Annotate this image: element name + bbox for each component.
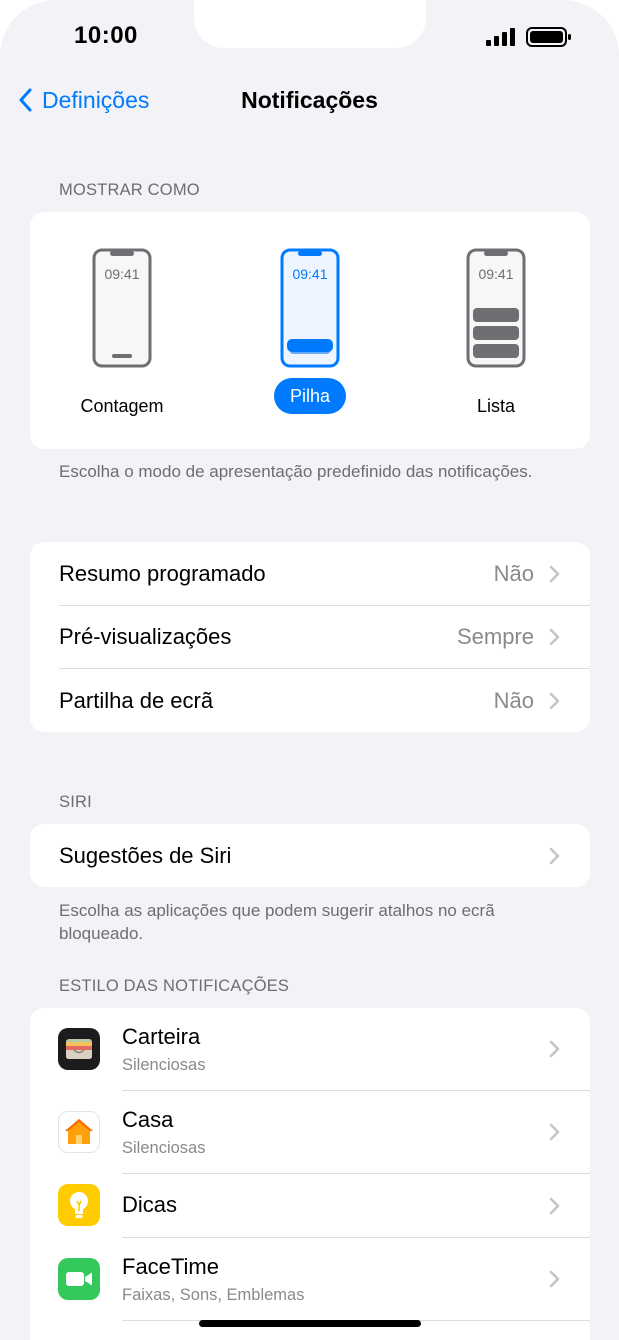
app-row-wallet[interactable]: Carteira Silenciosas <box>30 1008 590 1090</box>
phone-count-clock: 09:41 <box>104 266 139 282</box>
row-previews-value: Sempre <box>456 624 534 649</box>
chevron-right-icon <box>549 1270 560 1288</box>
back-button[interactable]: Definições <box>18 84 149 116</box>
row-screen-sharing-label: Partilha de ecrã <box>59 688 214 713</box>
battery-icon <box>526 27 571 47</box>
display-option-stack-label: Pilha <box>273 378 347 414</box>
row-siri-suggestions[interactable]: Sugestões de Siri <box>30 824 590 887</box>
chevron-right-icon <box>549 692 560 709</box>
back-button-label: Definições <box>42 86 150 113</box>
row-previews-label: Pré-visualizações <box>59 624 232 649</box>
chevron-left-icon <box>19 88 32 112</box>
row-previews[interactable]: Pré-visualizações Sempre <box>30 605 590 668</box>
display-option-count[interactable]: 09:41 Contagem <box>42 248 202 424</box>
display-as-card: 09:41 Contagem 09:41 Pilha 09:41 Lista <box>30 212 590 449</box>
app-name-tips: Dicas <box>122 1192 178 1217</box>
row-screen-sharing[interactable]: Partilha de ecrã Não <box>30 669 590 732</box>
display-option-list[interactable]: 09:41 Lista <box>416 248 576 424</box>
siri-footer: Escolha as aplicações que podem sugerir … <box>59 901 495 943</box>
display-as-footer: Escolha o modo de apresentação predefini… <box>59 462 533 481</box>
app-row-tips[interactable]: Dicas <box>30 1174 590 1237</box>
phone-list-clock: 09:41 <box>478 266 513 282</box>
phone-list-icon: 09:41 <box>466 248 526 368</box>
home-icon <box>58 1111 100 1153</box>
app-subtitle-facetime: Faixas, Sons, Emblemas <box>122 1286 305 1304</box>
facetime-icon <box>58 1258 100 1300</box>
app-name-facetime: FaceTime <box>122 1254 219 1279</box>
row-scheduled-summary-label: Resumo programado <box>59 561 266 586</box>
phone-stack-icon: 09:41 <box>280 248 340 368</box>
app-row-facetime[interactable]: FaceTime Faixas, Sons, Emblemas <box>30 1238 590 1320</box>
section-header-notification-style: ESTILO DAS NOTIFICAÇÕES <box>59 977 290 995</box>
phone-count-icon: 09:41 <box>92 248 152 368</box>
section-header-display-as: MOSTRAR COMO <box>59 181 200 199</box>
notification-style-card: Carteira Silenciosas Casa Silenciosas Di… <box>30 1008 590 1340</box>
chevron-right-icon <box>549 628 560 645</box>
chevron-right-icon <box>549 1197 560 1214</box>
display-option-list-label: Lista <box>476 396 516 416</box>
notch <box>194 0 426 48</box>
home-indicator[interactable] <box>199 1320 421 1327</box>
display-option-count-label: Contagem <box>80 396 164 416</box>
chevron-right-icon <box>549 1123 560 1141</box>
device-screen: 10:00 Definições Notificações MOSTRAR CO… <box>0 0 619 1340</box>
app-row-home[interactable]: Casa Silenciosas <box>30 1091 590 1173</box>
row-scheduled-summary[interactable]: Resumo programado Não <box>30 542 590 605</box>
status-time: 10:00 <box>74 22 138 49</box>
settings-card: Resumo programado Não Pré-visualizações … <box>30 542 590 732</box>
section-header-siri: SIRI <box>59 793 92 811</box>
chevron-right-icon <box>549 565 560 582</box>
phone-stack-clock: 09:41 <box>292 266 327 282</box>
row-scheduled-summary-value: Não <box>493 561 534 586</box>
cellular-signal-icon <box>486 28 515 46</box>
app-subtitle-home: Silenciosas <box>122 1139 206 1157</box>
siri-card: Sugestões de Siri <box>30 824 590 887</box>
row-screen-sharing-value: Não <box>493 688 534 713</box>
app-subtitle-wallet: Silenciosas <box>122 1056 206 1074</box>
chevron-right-icon <box>549 847 560 864</box>
chevron-right-icon <box>549 1040 560 1058</box>
app-name-home: Casa <box>122 1107 174 1132</box>
app-name-wallet: Carteira <box>122 1024 201 1049</box>
tips-icon <box>58 1184 100 1226</box>
row-siri-suggestions-label: Sugestões de Siri <box>59 843 232 868</box>
wallet-icon <box>58 1028 100 1070</box>
display-option-stack[interactable]: 09:41 Pilha <box>230 248 390 414</box>
